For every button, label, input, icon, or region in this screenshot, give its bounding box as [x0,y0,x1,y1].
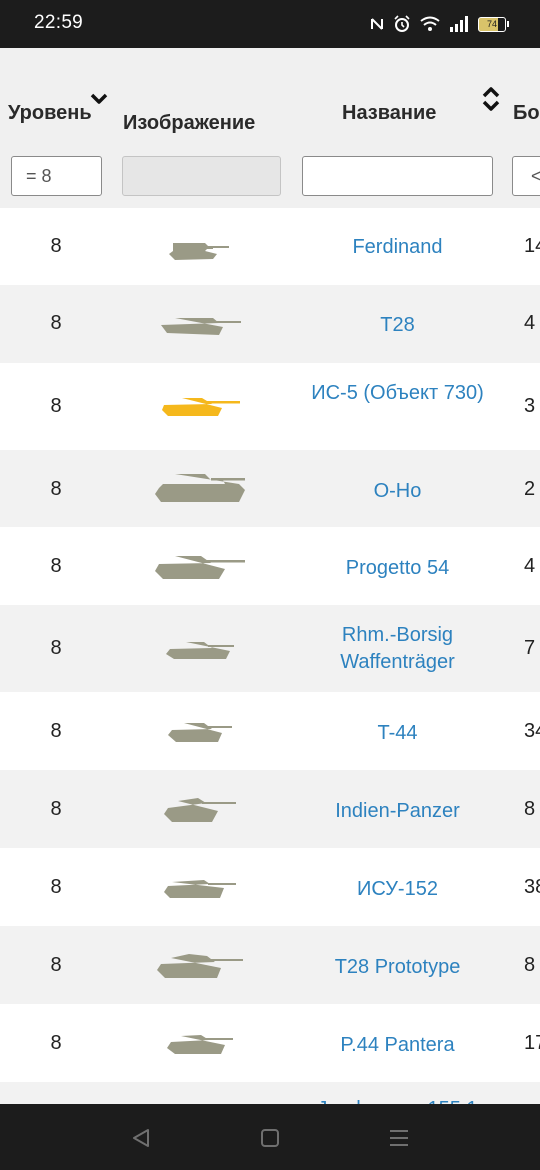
status-icons: 74 [370,14,509,34]
tank-name-link[interactable]: T-44 [300,720,495,747]
table-row[interactable]: 8 Progetto 54 4 [0,527,540,605]
tank-icon [155,474,245,502]
sort-desc-icon[interactable] [90,92,108,106]
table-row[interactable]: 8 O-Ho 2 [0,450,540,527]
row-level: 8 [50,798,62,820]
table-row[interactable]: 8 Ferdinand 14 [0,208,540,285]
back-icon[interactable] [130,1128,152,1148]
table-row[interactable]: 8 T28 4 [0,285,540,363]
level-filter-input[interactable]: = 8 [11,156,102,196]
status-bar: 22:59 74 [0,0,540,48]
tank-name-link[interactable]: ИСУ-152 [300,876,495,903]
tank-image [120,1030,280,1056]
row-level: 8 [50,954,62,976]
row-next-value: 17 [524,1032,540,1054]
tank-icon [161,318,241,335]
column-header-level[interactable]: Уровень [8,102,92,125]
column-header-name[interactable]: Название [342,102,436,125]
column-header-image-label: Изображение [123,112,256,134]
table-row[interactable]: 8 P.44 Pantera 17 [0,1004,540,1082]
tank-name-link[interactable]: O-Ho [300,478,495,505]
tank-icon [168,723,232,742]
tank-name-link[interactable]: Rhm.-Borsig Waffenträger [300,622,495,676]
wifi-icon [420,16,440,31]
next-filter-value: < [531,166,540,186]
row-level: 8 [50,637,62,659]
tank-name-link[interactable]: Ferdinand [300,234,495,261]
table-body: 8 Ferdinand 14 8 T28 4 8 ИС-5 (О [0,208,540,1162]
row-level: 8 [50,235,62,257]
nfc-icon [371,18,383,30]
tank-icon [157,954,243,978]
column-header-level-label: Уровень [8,102,92,124]
next-filter-input[interactable]: < [512,156,540,196]
name-filter-input[interactable] [302,156,493,196]
status-time: 22:59 [34,12,84,33]
column-header-next[interactable]: Бо [513,102,540,125]
home-icon[interactable] [260,1128,280,1148]
tank-name-link[interactable]: Indien-Panzer [300,798,495,825]
battery-level: 74 [486,18,497,29]
tank-image [120,313,280,337]
row-next-value: 2 [524,478,536,500]
image-filter-input [122,156,281,196]
tank-image [120,718,280,744]
tank-image [120,794,280,824]
tank-image [120,551,280,581]
tank-icon [155,556,245,579]
column-header-name-label: Название [342,102,437,124]
table-row[interactable]: 8 Indien-Panzer 8 [0,770,540,848]
battery-icon: 74 [478,16,509,32]
tank-name-link[interactable]: T28 [300,312,495,339]
row-next-value: 14 [524,235,540,257]
row-next-value: 8 [524,954,536,976]
table-row[interactable]: 8 ИС-5 (Объект 730) 3 [0,363,540,450]
row-next-value: 4 [524,312,536,334]
tank-name-link[interactable]: ИС-5 (Объект 730) [300,380,495,407]
tank-image [120,950,280,980]
tank-image [120,393,280,419]
row-next-value: 4 [524,555,536,577]
row-level: 8 [50,555,62,577]
tank-image [120,637,280,661]
signal-icon [450,16,468,32]
sort-both-icon[interactable] [481,86,501,112]
row-level: 8 [50,312,62,334]
row-level: 8 [50,395,62,417]
column-header-image[interactable]: Изображение [123,112,255,135]
row-next-value: 7 [524,637,536,659]
tank-image [120,470,280,506]
column-header-next-label: Бо [513,102,540,124]
row-level: 8 [50,1032,62,1054]
tank-image [120,234,280,264]
tank-icon [167,1035,233,1054]
tank-name-link[interactable]: Progetto 54 [300,555,495,582]
tank-icon [162,398,240,416]
table-row[interactable]: 8 ИСУ-152 38 [0,848,540,926]
recents-icon[interactable] [388,1128,410,1148]
tank-icon [164,798,236,822]
row-next-value: 34 [524,720,540,742]
table-header: Уровень Изображение Название Бо = 8 < [0,48,540,208]
tank-image [120,874,280,900]
tank-name-link[interactable]: P.44 Pantera [300,1032,495,1059]
alarm-icon [394,15,410,32]
system-nav-bar [0,1104,540,1170]
table-row[interactable]: 8 Rhm.-Borsig Waffenträger 7 [0,605,540,692]
level-filter-value: = 8 [26,166,52,186]
tank-icon [166,642,234,659]
row-next-value: 38 [524,876,540,898]
table-row[interactable]: 8 T-44 34 [0,692,540,770]
row-level: 8 [50,720,62,742]
row-next-value: 3 [524,395,536,417]
tank-icon [169,243,229,260]
row-level: 8 [50,876,62,898]
row-next-value: 8 [524,798,536,820]
table-row[interactable]: 8 T28 Prototype 8 [0,926,540,1004]
tank-icon [164,880,236,898]
row-level: 8 [50,478,62,500]
tank-name-link[interactable]: T28 Prototype [300,954,495,981]
